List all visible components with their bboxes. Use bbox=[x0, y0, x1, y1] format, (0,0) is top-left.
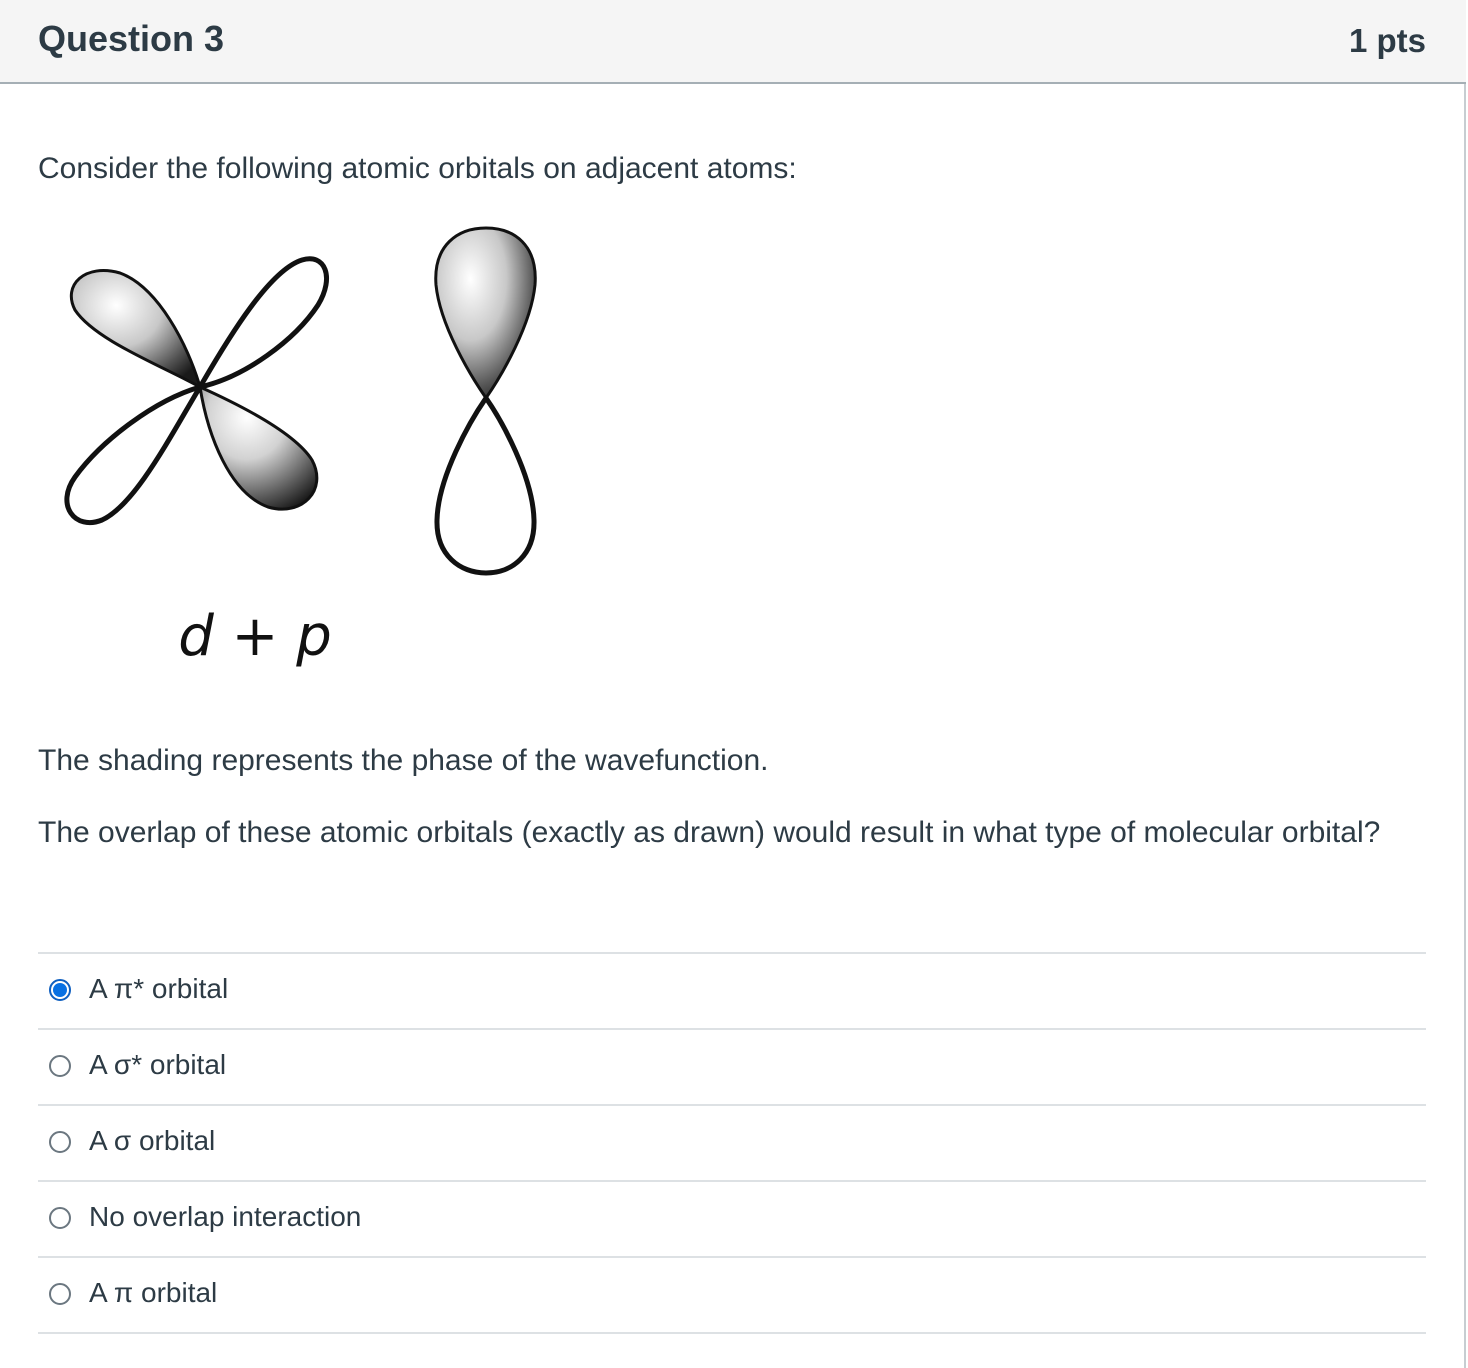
d-lobe-lower-left bbox=[64, 384, 203, 525]
answer-label[interactable]: A σ* orbital bbox=[89, 1048, 226, 1082]
p-lobe-top bbox=[434, 226, 537, 400]
answer-label[interactable]: No overlap interaction bbox=[89, 1200, 361, 1234]
d-orbital bbox=[64, 256, 329, 525]
answer-option[interactable]: A σ* orbital bbox=[38, 1030, 1426, 1106]
p-lobe-bottom bbox=[434, 395, 537, 576]
answer-option[interactable]: A π* orbital bbox=[38, 954, 1426, 1030]
answer-option[interactable]: A π orbital bbox=[38, 1258, 1426, 1334]
orbital-figure: d + p bbox=[40, 215, 570, 695]
answer-label[interactable]: A π* orbital bbox=[89, 972, 228, 1006]
figure-label: d + p bbox=[178, 604, 332, 669]
answer-option[interactable]: No overlap interaction bbox=[38, 1182, 1426, 1258]
quiz-question-card: Question 3 1 pts Consider the following … bbox=[0, 0, 1466, 1368]
radio-button[interactable] bbox=[49, 1207, 71, 1229]
radio-button[interactable] bbox=[49, 1283, 71, 1305]
radio-button[interactable] bbox=[49, 1131, 71, 1153]
orbital-diagram: d + p bbox=[64, 226, 537, 669]
radio-button[interactable] bbox=[49, 979, 71, 1001]
d-lobe-lower-right bbox=[198, 385, 319, 511]
d-lobe-upper-left bbox=[69, 269, 202, 389]
question-header: Question 3 1 pts bbox=[0, 0, 1466, 84]
question-points: 1 pts bbox=[1348, 22, 1426, 59]
question-intro: Consider the following atomic orbitals o… bbox=[38, 152, 797, 185]
p-orbital bbox=[434, 226, 537, 576]
answer-label[interactable]: A σ orbital bbox=[89, 1124, 215, 1158]
answer-label[interactable]: A π orbital bbox=[89, 1276, 217, 1310]
question-prompt: The overlap of these atomic orbitals (ex… bbox=[38, 816, 1381, 849]
answer-list: A π* orbital A σ* orbital A σ orbital No… bbox=[38, 952, 1426, 1334]
radio-button[interactable] bbox=[49, 1055, 71, 1077]
question-title: Question 3 bbox=[38, 18, 225, 59]
d-lobe-upper-right bbox=[197, 256, 329, 390]
answer-option[interactable]: A σ orbital bbox=[38, 1106, 1426, 1182]
shading-note: The shading represents the phase of the … bbox=[38, 744, 769, 777]
